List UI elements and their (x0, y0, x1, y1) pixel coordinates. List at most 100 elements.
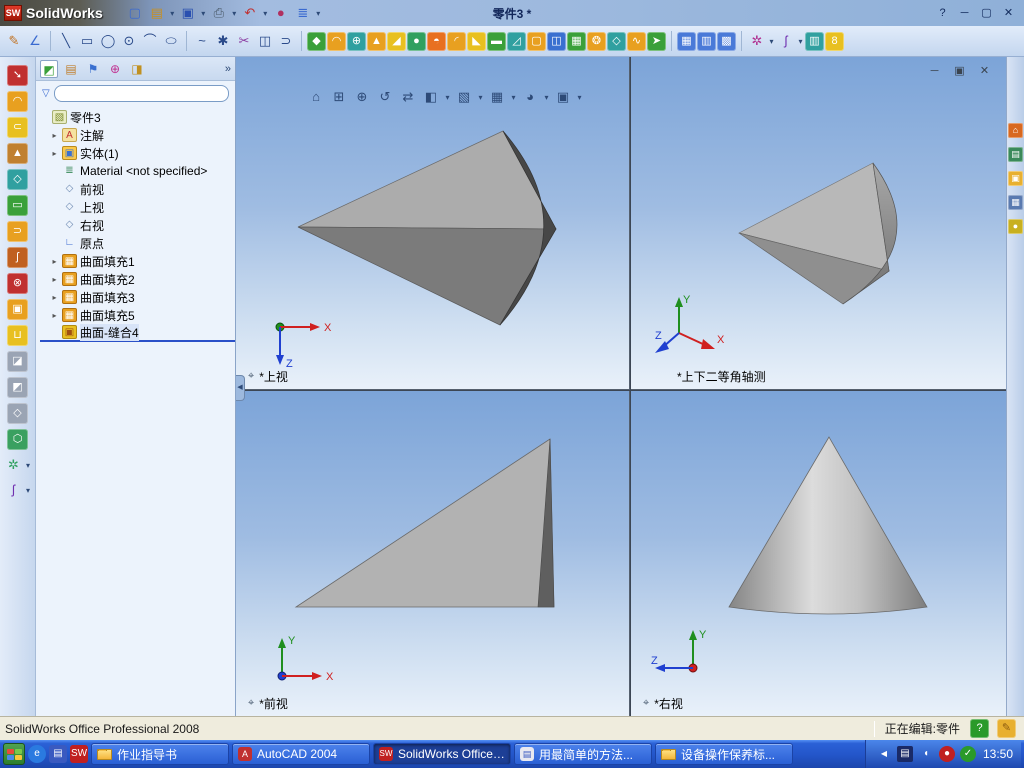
tree-item-annotations[interactable]: ▸ A 注解 (40, 126, 235, 144)
arc-tool-icon[interactable]: ⌒ (140, 31, 160, 51)
undo-icon[interactable]: ↶ (240, 3, 260, 23)
replace-face-icon[interactable]: ▣ (7, 299, 28, 320)
rebuild-icon[interactable]: ● (271, 3, 291, 23)
taskbar-button-folder1[interactable]: 作业指导书 (91, 743, 229, 765)
input-method-icon[interactable]: ▤ (896, 746, 913, 762)
tree-item-top-plane[interactable]: ◇ 上视 (40, 198, 235, 216)
zoom-in-out-icon[interactable]: ⊕ (352, 87, 372, 107)
dimxpertmanager-tab[interactable]: ⊕ (106, 60, 124, 78)
fill-pattern-icon[interactable]: ▩ (717, 31, 736, 51)
untrim-surface-icon[interactable]: ◩ (7, 377, 28, 398)
curves-icon[interactable]: ∿ (627, 31, 646, 51)
perimeter-circle-tool-icon[interactable]: ⊙ (119, 31, 139, 51)
lofted-surface-icon[interactable]: ▲ (7, 143, 28, 164)
pan-icon[interactable]: ⇄ (398, 87, 418, 107)
display-style-icon[interactable]: ▧ (454, 87, 474, 107)
panel-collapse-handle[interactable]: ◀ (236, 375, 245, 401)
freeform-surface-dropdown-icon[interactable]: ▾ (25, 486, 32, 495)
instant3d-icon[interactable]: ➤ (647, 31, 666, 51)
tree-item-surface-fill3[interactable]: ▸ ▦ 曲面填充3 (40, 288, 235, 306)
rectangle-tool-icon[interactable]: ▭ (77, 31, 97, 51)
resources-home-icon[interactable]: ⌂ (1008, 123, 1023, 138)
freeform-icon[interactable]: ✲ (747, 31, 767, 51)
fillet-icon[interactable]: ◜ (447, 31, 466, 51)
freeform-dropdown-icon[interactable]: ▾ (768, 37, 775, 46)
swept-surface-icon[interactable]: ⊂ (7, 117, 28, 138)
offset-surface-icon[interactable]: ⊃ (7, 221, 28, 242)
trim-surface-icon[interactable]: ◪ (7, 351, 28, 372)
taskbar-button-folder2[interactable]: 设备操作保养标... (655, 743, 793, 765)
close-icon[interactable]: ✕ (999, 5, 1018, 22)
expand-arrow-icon[interactable]: ▸ (50, 257, 59, 266)
viewport-dimetric-view[interactable]: Y X Z *上下二等角轴测 (631, 57, 1006, 390)
swept-boss-icon[interactable]: ⊕ (347, 31, 366, 51)
taskbar-button-document[interactable]: ▤ 用最简单的方法... (514, 743, 652, 765)
filter-input[interactable] (53, 85, 229, 102)
internet-explorer-icon[interactable]: e (28, 745, 46, 763)
tree-root-part[interactable]: ▧ 零件3 (40, 108, 235, 126)
line-tool-icon[interactable]: ╲ (56, 31, 76, 51)
appearance-icon[interactable]: ◕ (520, 87, 540, 107)
hole-wizard-icon[interactable]: ● (407, 31, 426, 51)
doc-close-icon[interactable]: ✕ (975, 63, 994, 80)
options-dropdown-icon[interactable]: ▾ (315, 9, 322, 18)
expand-arrow-icon[interactable]: ▸ (50, 275, 59, 284)
quick-tips-help-icon[interactable]: ? (970, 719, 989, 738)
expand-arrow-icon[interactable]: ▸ (50, 149, 59, 158)
spline-curve-dropdown-icon[interactable]: ▾ (797, 37, 804, 46)
offset-entities-icon[interactable]: ⊃ (276, 31, 296, 51)
tree-item-origin[interactable]: ∟ 原点 (40, 234, 235, 252)
circle-tool-icon[interactable]: ◯ (98, 31, 118, 51)
sketch-driven-pattern-icon[interactable]: ▥ (697, 31, 716, 51)
section-dropdown-icon[interactable]: ▾ (444, 93, 451, 102)
view-orientation-button-icon[interactable]: ▦ (487, 87, 507, 107)
ellipse-tool-icon[interactable]: ⬭ (161, 31, 181, 51)
panel-chevron-icon[interactable]: » (225, 63, 231, 75)
rotate-view-icon[interactable]: ↺ (375, 87, 395, 107)
draft-icon[interactable]: ◿ (507, 31, 526, 51)
open-dropdown-icon[interactable]: ▾ (169, 9, 176, 18)
revolved-surface-icon[interactable]: ◠ (7, 91, 28, 112)
thicken-icon[interactable]: ⬡ (7, 429, 28, 450)
appearances-scenes-icon[interactable]: ● (1008, 219, 1023, 234)
viewport-top-view[interactable]: X Z ⌖ *上视 ⌂ ⊞ ⊕ ↺ ⇄ ◧ ▾ ▧ ▾ ▦ ▾ ◕ ▾ ▣ ▾ (236, 57, 630, 390)
status-tool-icon[interactable]: ✎ (997, 719, 1016, 738)
tree-item-surface-fill1[interactable]: ▸ ▦ 曲面填充1 (40, 252, 235, 270)
taskbar-button-solidworks[interactable]: SW SolidWorks Office ... (373, 743, 511, 765)
displaymanager-tab[interactable]: ◨ (128, 60, 146, 78)
delete-face-icon[interactable]: ⊗ (7, 273, 28, 294)
extruded-boss-icon[interactable]: ◆ (307, 31, 326, 51)
measure-icon[interactable]: ▥ (805, 31, 824, 51)
appearance-dropdown-icon[interactable]: ▾ (543, 93, 550, 102)
new-document-icon[interactable]: ▢ (125, 3, 145, 23)
maximize-icon[interactable]: ▢ (977, 5, 996, 22)
section-properties-icon[interactable]: 8 (825, 31, 844, 51)
tray-chevron-icon[interactable]: ◀ (876, 746, 892, 762)
freeform-surface-icon[interactable]: ʃ (4, 480, 24, 500)
section-view-icon[interactable]: ◧ (421, 87, 441, 107)
tree-item-surface-fill2[interactable]: ▸ ▦ 曲面填充2 (40, 270, 235, 288)
expand-arrow-icon[interactable]: ▸ (50, 131, 59, 140)
expand-arrow-icon[interactable]: ▸ (50, 293, 59, 302)
volume-icon[interactable]: ◖ (918, 746, 934, 762)
lofted-boss-icon[interactable]: ▲ (367, 31, 386, 51)
table-pattern-icon[interactable]: ▦ (677, 31, 696, 51)
taskbar-button-autocad[interactable]: A AutoCAD 2004 (232, 743, 370, 765)
reference-geometry-icon[interactable]: ◇ (607, 31, 626, 51)
extruded-surface-icon[interactable]: ➘ (7, 65, 28, 86)
extruded-cut-icon[interactable]: ◢ (387, 31, 406, 51)
safety-icon[interactable]: ✓ (959, 746, 976, 762)
open-document-icon[interactable]: ▤ (147, 3, 167, 23)
help-icon[interactable]: ? (933, 5, 952, 22)
trim-entities-icon[interactable]: ✂ (234, 31, 254, 51)
tree-item-material[interactable]: ≣ Material <not specified> (40, 162, 235, 180)
doc-restore-icon[interactable]: ▣ (950, 63, 969, 80)
smart-dimension-icon[interactable]: ∠ (25, 31, 45, 51)
configurationmanager-tab[interactable]: ⚑ (84, 60, 102, 78)
minimize-icon[interactable]: ─ (955, 5, 974, 22)
view-orientation-dropdown-icon[interactable]: ▾ (510, 93, 517, 102)
tree-item-surface-knit4[interactable]: ▣ 曲面-缝合4 (40, 323, 235, 342)
spline-tool-icon[interactable]: ~ (192, 31, 212, 51)
undo-dropdown-icon[interactable]: ▾ (262, 9, 269, 18)
chamfer-icon[interactable]: ◣ (467, 31, 486, 51)
